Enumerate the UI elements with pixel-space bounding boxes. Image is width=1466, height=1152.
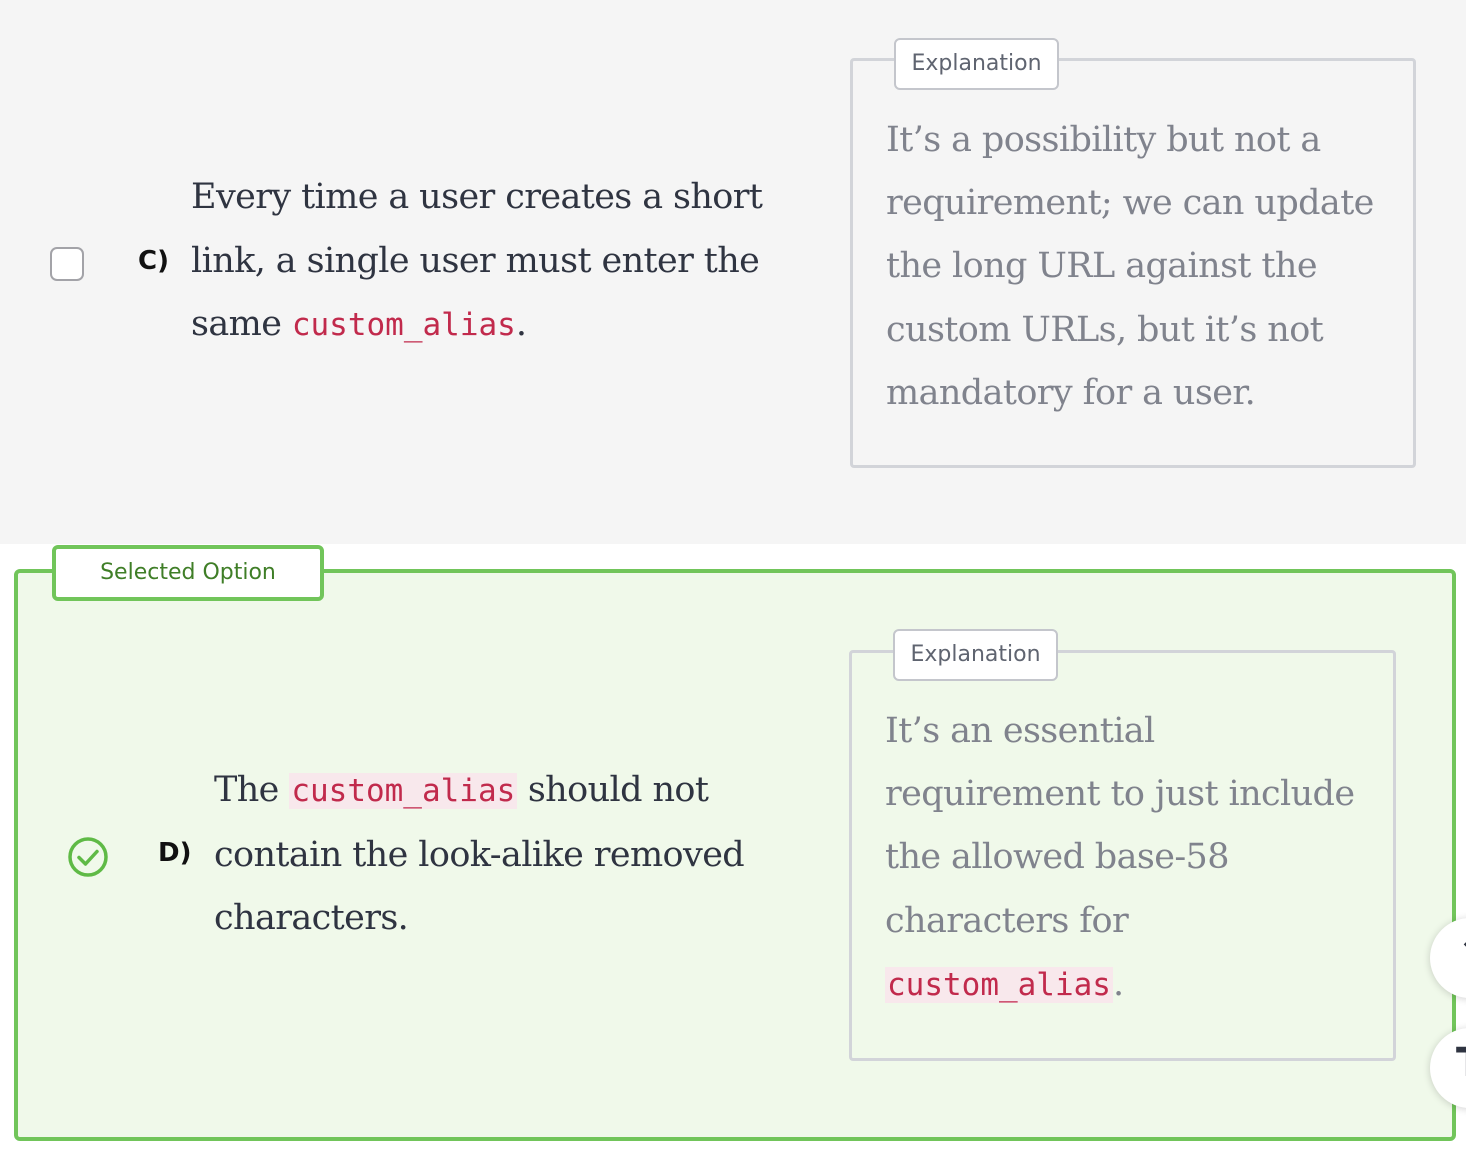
option-d-explanation-code: custom_alias [885, 966, 1113, 1003]
option-c-text-after: . [515, 304, 527, 344]
option-d-explanation-label: Explanation [893, 629, 1058, 681]
option-c-explanation-text: It’s a possibility but not a requirement… [886, 120, 1374, 413]
option-c-text[interactable]: Every time a user creates a short link, … [191, 166, 766, 358]
option-c-explanation-label: Explanation [894, 38, 1059, 90]
option-d-code: custom_alias [289, 773, 518, 809]
option-d-explanation-text: It’s an essential requirement to just in… [885, 700, 1375, 1017]
arrow-up-icon: ↑ [1456, 930, 1466, 976]
option-d-letter: D) [158, 838, 192, 868]
option-c-letter: C) [138, 246, 169, 276]
check-circle-icon[interactable] [66, 835, 110, 879]
option-d-explanation-text-after: . [1112, 963, 1124, 1004]
text-icon: T [1456, 1040, 1466, 1086]
option-d-explanation-text-before: It’s an essential requirement to just in… [885, 711, 1355, 941]
option-c-section: C) Every time a user creates a short lin… [0, 0, 1466, 544]
option-c-code: custom_alias [291, 307, 516, 343]
option-d-text[interactable]: The custom_alias should not contain the … [214, 759, 774, 951]
option-c-checkbox-icon[interactable] [50, 247, 84, 281]
selected-option-label: Selected Option [52, 545, 324, 601]
option-d-text-before: The [214, 770, 290, 810]
